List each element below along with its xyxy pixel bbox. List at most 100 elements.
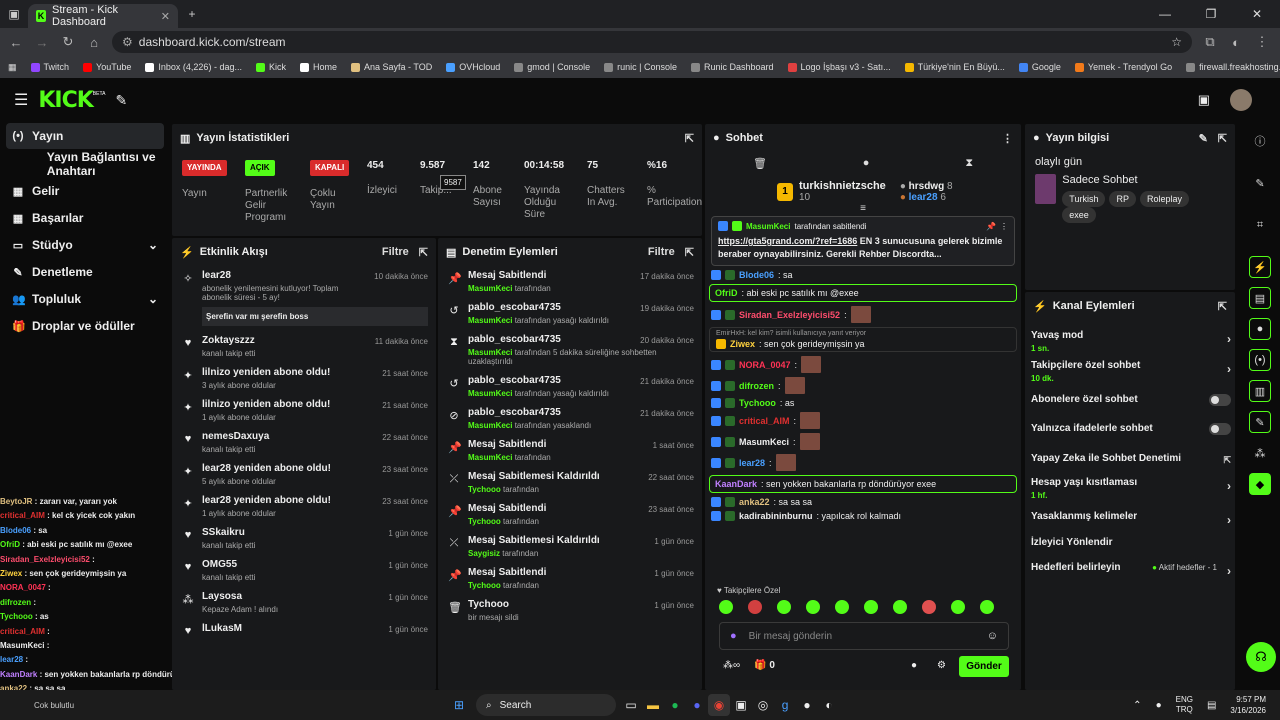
- emote-icon[interactable]: [951, 600, 965, 614]
- chat-message[interactable]: lear28:: [705, 452, 1021, 473]
- popout-icon[interactable]: ⇱: [419, 246, 428, 259]
- activity-item[interactable]: ✦ lear28 yeniden abone oldu! 5 aylık abone…: [172, 459, 436, 491]
- emote-icon[interactable]: [719, 600, 733, 614]
- chat-message[interactable]: OfriD: abi eski pc satılık mı @exee: [709, 284, 1017, 302]
- taskbar-search[interactable]: ⌕ Search: [476, 694, 617, 716]
- moderation-item[interactable]: 📌 Mesaj Sabitlendi MasumKeci tarafından 1 s…: [438, 435, 702, 467]
- taskview-icon[interactable]: ▭: [620, 694, 642, 716]
- chat-message[interactable]: NORA_0047:: [705, 354, 1021, 375]
- chat-message[interactable]: kadirabininburnu: yapılcak rol kalmadı: [705, 509, 1021, 523]
- bookmark-item[interactable]: runic | Console: [604, 62, 677, 72]
- popout-icon[interactable]: ⇱: [685, 132, 694, 145]
- capture-icon[interactable]: ⌗: [1249, 214, 1271, 236]
- chevron-down-icon[interactable]: ⌄: [148, 238, 158, 252]
- emote-icon[interactable]: [980, 600, 994, 614]
- redirect-viewers-row[interactable]: İzleyici Yönlendir: [1031, 537, 1231, 548]
- sidebar-item[interactable]: ▭ Stüdyo ⌄: [6, 232, 164, 258]
- kick-logo[interactable]: KICK: [38, 88, 93, 113]
- emote-icon[interactable]: [806, 600, 820, 614]
- sidebar-item[interactable]: ▦ Başarılar: [6, 205, 164, 231]
- edit-icon[interactable]: ✎: [1199, 132, 1208, 145]
- more-icon[interactable]: ⋮: [1002, 132, 1013, 145]
- emoji-icon[interactable]: ☺: [987, 630, 998, 642]
- minimize-icon[interactable]: —: [1142, 0, 1188, 28]
- activity-item[interactable]: ✧ lear28 abonelik yenilemesini kutluyor! T…: [172, 266, 436, 331]
- chat-message[interactable]: MasumKeci:: [705, 431, 1021, 452]
- emote-icon[interactable]: [748, 600, 762, 614]
- bookmark-item[interactable]: firewall.freakhosting...: [1186, 62, 1280, 72]
- tools-icon[interactable]: ✎: [115, 92, 127, 109]
- chat-message[interactable]: critical_AIM:: [705, 410, 1021, 431]
- tools-icon[interactable]: ✎: [1249, 411, 1271, 433]
- explorer-icon[interactable]: ▬: [642, 694, 664, 716]
- tab-menu-icon[interactable]: ▣: [0, 0, 28, 28]
- app-circle-icon[interactable]: ●: [796, 694, 818, 716]
- chat-username[interactable]: anka22: [739, 497, 770, 507]
- ai-moderation-row[interactable]: Yapay Zeka ile Sohbet Denetimi ⇱: [1031, 453, 1231, 465]
- chat-username[interactable]: kadirabininburnu: [739, 511, 813, 521]
- category-name[interactable]: Sadece Sohbet: [1062, 174, 1225, 186]
- chat-username[interactable]: OfriD: [715, 288, 738, 298]
- browser-tab[interactable]: K Stream - Kick Dashboard ✕: [28, 4, 178, 28]
- bookmark-item[interactable]: Twitch: [30, 62, 69, 72]
- trash-icon[interactable]: 🗑: [753, 157, 767, 170]
- tab-close-icon[interactable]: ✕: [161, 10, 170, 23]
- sidebar-item[interactable]: 👥 Topluluk ⌄: [6, 286, 164, 312]
- emote-icon[interactable]: [893, 600, 907, 614]
- bookmark-item[interactable]: Logo İşbaşı v3 - Satı...: [787, 62, 891, 72]
- app-g-icon[interactable]: g: [774, 694, 796, 716]
- bookmark-item[interactable]: gmod | Console: [514, 62, 590, 72]
- sidebar-item[interactable]: ✎ Denetleme: [6, 259, 164, 285]
- chat-username[interactable]: Blode06: [739, 270, 774, 280]
- network-icon[interactable]: ▤: [1207, 700, 1216, 711]
- activity-item[interactable]: ♥ SSkaikru kanalı takip etti 1 gün önce: [172, 523, 436, 555]
- new-tab-icon[interactable]: +: [178, 0, 206, 28]
- chat-message[interactable]: KaanDark: sen yokken bakanlarla rp döndü…: [709, 475, 1017, 493]
- hamburger-menu-icon[interactable]: ☰: [14, 90, 28, 110]
- edit-icon[interactable]: ✎: [1249, 172, 1271, 194]
- tray-chevron-icon[interactable]: ⌃: [1133, 700, 1141, 711]
- chat-message[interactable]: difrozen:: [705, 375, 1021, 396]
- mic-icon[interactable]: ●: [730, 630, 737, 642]
- timer-icon[interactable]: ⧗: [965, 157, 973, 170]
- activity-item[interactable]: ♥ lLukasM 1 gün önce: [172, 619, 436, 642]
- chat-message[interactable]: Tychooo: as: [705, 396, 1021, 410]
- popout-icon[interactable]: ⇱: [1218, 300, 1227, 313]
- sidebar-item[interactable]: 🎁 Droplar ve ödüller: [6, 313, 164, 339]
- url-input[interactable]: ⚙ dashboard.kick.com/stream ☆: [112, 31, 1192, 53]
- chat-message[interactable]: EmirHxH: kel kim? isimli kullanıcıya yan…: [709, 327, 1017, 352]
- filter-button[interactable]: Filtre: [382, 246, 409, 258]
- emote-chat-toggle[interactable]: [1209, 423, 1231, 435]
- bookmark-item[interactable]: Kick: [255, 62, 286, 72]
- moderation-item[interactable]: 📌 Mesaj Sabitlendi Tychooo tarafından 1 gün…: [438, 563, 702, 595]
- account-age-row[interactable]: Hesap yaşı kısıtlaması 1 hf. ›: [1031, 477, 1231, 500]
- discord-icon[interactable]: ●: [686, 694, 708, 716]
- user-avatar[interactable]: [1230, 89, 1252, 111]
- home-icon[interactable]: ⌂: [86, 35, 102, 50]
- info-icon[interactable]: ⓘ: [1249, 130, 1271, 152]
- chat-username[interactable]: lear28: [739, 458, 765, 468]
- bookmark-item[interactable]: YouTube: [83, 62, 131, 72]
- chat-username[interactable]: difrozen: [739, 381, 774, 391]
- chat-message[interactable]: Siradan_Exelzleyicisi52:: [705, 304, 1021, 325]
- tag-chip[interactable]: Turkish: [1062, 191, 1106, 207]
- chat-username[interactable]: KaanDark: [715, 479, 757, 489]
- bookmark-item[interactable]: Home: [299, 62, 337, 72]
- steam-icon[interactable]: ◎: [752, 694, 774, 716]
- activity-item[interactable]: ✦ lilnizo yeniden abone oldu! 3 aylık abon…: [172, 363, 436, 395]
- goals-row[interactable]: Hedefleri belirleyin ● Aktif hedefler - 1…: [1031, 562, 1231, 578]
- extensions-icon[interactable]: ⧉: [1202, 34, 1218, 50]
- forward-icon[interactable]: →: [34, 35, 50, 50]
- expand-icon[interactable]: ≡: [705, 203, 1021, 214]
- popout-icon[interactable]: ⇱: [685, 246, 694, 259]
- activity-item[interactable]: ♥ Zoktayszzz kanalı takip etti 11 dakika ön…: [172, 331, 436, 363]
- community-icon[interactable]: ⁂: [1249, 442, 1271, 464]
- chat-message[interactable]: Blode06: sa: [705, 268, 1021, 282]
- bookmark-item[interactable]: Ana Sayfa - TOD: [351, 62, 432, 72]
- bookmark-star-icon[interactable]: ☆: [1171, 35, 1182, 49]
- windows-start-icon[interactable]: ⊞: [448, 694, 470, 716]
- filter-button[interactable]: Filtre: [648, 246, 675, 258]
- pinned-link[interactable]: https://gta5grand.com/?ref=1686: [718, 236, 857, 246]
- tag-chip[interactable]: Roleplay: [1139, 191, 1189, 207]
- bookmark-item[interactable]: OVHcloud: [446, 62, 500, 72]
